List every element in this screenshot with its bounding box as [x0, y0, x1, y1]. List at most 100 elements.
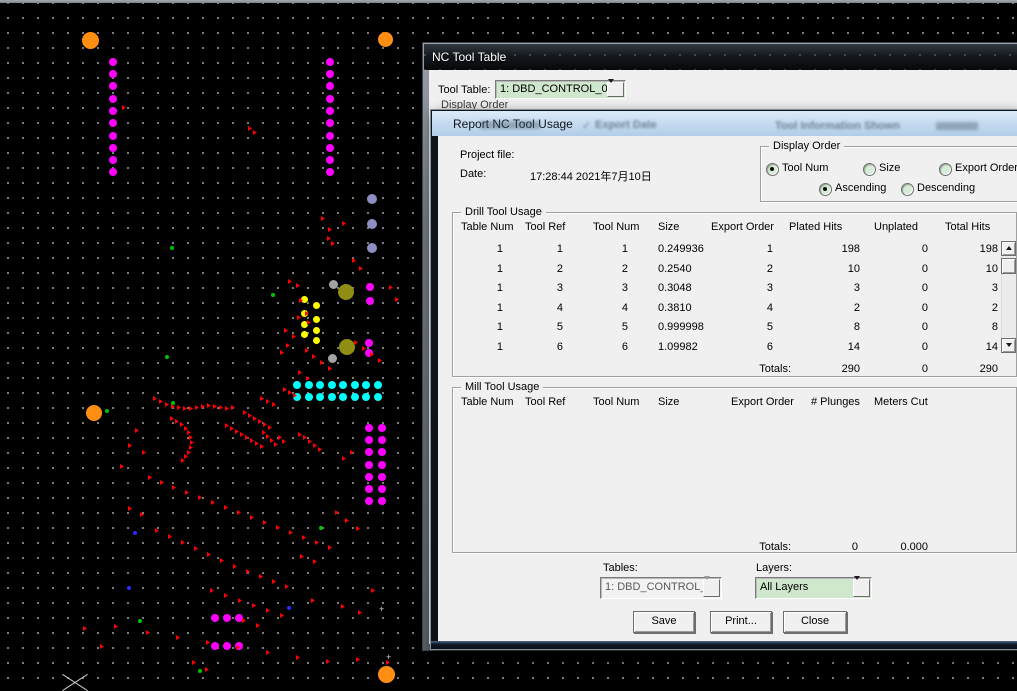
- magenta-pad: [365, 461, 373, 469]
- yellow-pad: [312, 315, 320, 323]
- drill-table-row: 1 2 2 0.2540 2 10 0 10: [453, 260, 1000, 280]
- scroll-down-button[interactable]: [1001, 338, 1016, 353]
- alignment-x-marker: [60, 673, 90, 691]
- magenta-pad: [326, 95, 334, 103]
- magenta-pad: [378, 485, 386, 493]
- radio-descending[interactable]: [901, 183, 914, 196]
- cell: 1: [556, 243, 563, 255]
- radio-ascending[interactable]: [819, 183, 832, 196]
- chevron-down-icon: [854, 576, 860, 592]
- column-header-export-order: Export Order: [711, 221, 774, 233]
- column-header-tool-num: Tool Num: [593, 221, 640, 233]
- tool-table-combo-value: 1: DBD_CONTROL_0710.: [500, 83, 608, 95]
- drill-usage-legend: Drill Tool Usage: [461, 206, 546, 218]
- arrow-up-icon: [1005, 246, 1012, 250]
- column-header-tool-ref: Tool Ref: [525, 221, 566, 233]
- cell: 0: [921, 262, 928, 275]
- orange-fiducial-pad: [81, 31, 99, 49]
- cell: 8: [991, 321, 998, 334]
- arrow-down-icon: [1005, 343, 1012, 347]
- nc-titlebar[interactable]: NC Tool Table: [424, 44, 1017, 70]
- cell: 4: [766, 301, 773, 314]
- cell: 8: [853, 321, 860, 334]
- date-label: Date:: [460, 168, 487, 180]
- cell: 0: [921, 301, 928, 314]
- orange-fiducial-pad: [86, 405, 102, 421]
- blurred-text-fragment: [480, 121, 540, 129]
- tables-combo-value: 1: DBD_CONTROL_: [605, 581, 704, 593]
- mill-tool-usage-group: Mill Tool Usage Table Num Tool Ref Tool Nu…: [452, 381, 1017, 553]
- magenta-pad: [326, 144, 334, 152]
- radio-label-export-order[interactable]: Export Order: [955, 162, 1017, 174]
- plus-marker: +: [386, 652, 392, 662]
- olive-pad: [339, 339, 355, 355]
- nc-dialog-title: NC Tool Table: [432, 50, 507, 64]
- green-marker: [198, 669, 202, 673]
- save-button[interactable]: Save: [633, 611, 695, 633]
- green-marker: [165, 355, 169, 359]
- cell: 0: [921, 282, 928, 295]
- column-header-tool-ref: Tool Ref: [525, 396, 566, 408]
- column-header-export-order: Export Order: [731, 396, 794, 408]
- magenta-pad: [365, 497, 373, 505]
- cell: 0.249936: [658, 243, 704, 255]
- cell: 3: [766, 282, 773, 295]
- chevron-down-icon: [608, 79, 614, 95]
- blurred-text-fragment: [936, 122, 978, 130]
- cyan-pad: [374, 393, 382, 401]
- radio-label-size[interactable]: Size: [879, 162, 900, 174]
- report-titlebar[interactable]: Report NC Tool Usage ✓ Export Date Tool …: [432, 111, 1017, 136]
- cell: 1: [621, 243, 628, 255]
- radio-size[interactable]: [863, 163, 876, 176]
- layers-label: Layers:: [756, 562, 793, 574]
- radio-label-descending[interactable]: Descending: [917, 182, 975, 194]
- close-button[interactable]: Close: [783, 611, 847, 633]
- column-header-plated-hits: Plated Hits: [789, 221, 843, 233]
- report-dialog-body: Project file: Date: 17:28:44 2021年7月10日 …: [438, 136, 1017, 641]
- green-marker: [271, 293, 275, 297]
- column-header-tool-num: Tool Num: [593, 396, 640, 408]
- cell: 0: [921, 340, 928, 353]
- yellow-pad: [300, 320, 308, 328]
- cell: 1: [766, 243, 773, 255]
- layers-combo-arrow[interactable]: [853, 576, 870, 597]
- magenta-pad: [378, 461, 386, 469]
- magenta-pad: [365, 424, 373, 432]
- magenta-pad: [223, 614, 231, 622]
- magenta-pad: [365, 473, 373, 481]
- display-order-group: Display Order Tool Num Size Export Order As…: [760, 140, 1017, 202]
- radio-export-order[interactable]: [939, 163, 952, 176]
- magenta-pad: [326, 132, 334, 140]
- magenta-pad: [109, 70, 117, 78]
- scroll-up-button[interactable]: [1001, 241, 1016, 256]
- column-header-table-num: Table Num: [461, 396, 514, 408]
- scroll-thumb[interactable]: [1001, 258, 1016, 274]
- toolbar-edge: [0, 0, 1017, 3]
- cell: 1: [496, 340, 503, 353]
- mill-usage-legend: Mill Tool Usage: [461, 381, 544, 393]
- tool-table-combo[interactable]: 1: DBD_CONTROL_0710.: [495, 79, 626, 99]
- cell: 5: [621, 321, 628, 334]
- magenta-pad: [109, 132, 117, 140]
- magenta-pad: [326, 82, 334, 90]
- cell: 10: [985, 262, 998, 275]
- cyan-pad: [362, 393, 370, 401]
- totals-value: 0: [851, 541, 858, 553]
- magenta-pad: [326, 168, 334, 176]
- cell: 1: [496, 282, 503, 295]
- yellow-pad: [300, 295, 308, 303]
- blue-marker: [127, 586, 131, 590]
- column-header-unplated: Unplated: [874, 221, 919, 233]
- drill-table-scrollbar[interactable]: [1001, 241, 1016, 353]
- magenta-pad: [109, 95, 117, 103]
- radio-label-tool-num[interactable]: Tool Num: [782, 162, 828, 174]
- tool-table-combo-arrow[interactable]: [607, 79, 624, 97]
- radio-label-ascending[interactable]: Ascending: [835, 182, 886, 194]
- cyan-pad: [328, 393, 336, 401]
- print-button[interactable]: Print...: [710, 611, 772, 633]
- layers-combo[interactable]: All Layers: [755, 576, 872, 599]
- display-order-legend: Display Order: [769, 140, 845, 152]
- radio-tool-num[interactable]: [766, 163, 779, 176]
- cell: 4: [556, 301, 563, 314]
- slate-pad: [367, 194, 377, 204]
